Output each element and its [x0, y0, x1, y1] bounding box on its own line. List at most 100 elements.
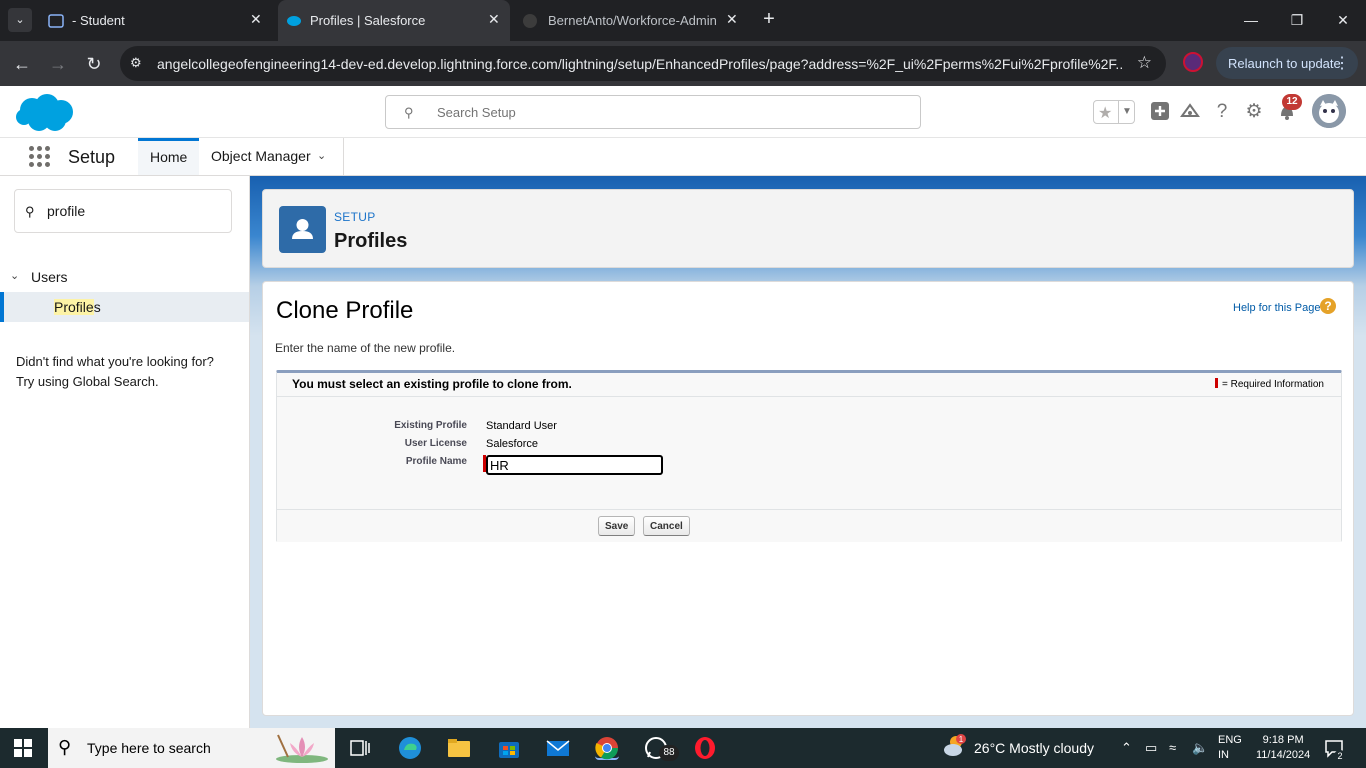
tab-label: Home: [150, 149, 188, 165]
page-header: SETUP Profiles: [262, 189, 1354, 268]
clone-profile-form: You must select an existing profile to c…: [276, 370, 1342, 542]
favorite-star-icon[interactable]: ★: [1098, 103, 1112, 123]
app-name: Setup: [68, 147, 116, 167]
help-question-icon[interactable]: ?: [1320, 298, 1336, 314]
opera-icon[interactable]: [693, 736, 717, 760]
tab-label: Object Manager: [211, 148, 311, 164]
whatsapp-badge: 88: [659, 745, 679, 761]
setup-sidebar: ⚲ ⌄ Users Profiles Didn't find what you'…: [0, 176, 250, 728]
sidebar-item-label: Profiles: [54, 299, 101, 315]
quick-find-input[interactable]: [47, 200, 217, 222]
user-avatar[interactable]: [1312, 94, 1346, 128]
search-icon: ⚲: [25, 204, 35, 219]
help-line: Didn't find what you're looking for?: [16, 354, 214, 369]
back-icon[interactable]: ←: [10, 52, 34, 76]
existing-profile-value: Standard User: [486, 420, 557, 432]
bookmark-star-icon[interactable]: ☆: [1137, 53, 1152, 73]
help-for-page-link[interactable]: Help for this Page: [1233, 302, 1320, 314]
site-info-icon[interactable]: ⚙: [130, 55, 146, 71]
chevron-down-icon[interactable]: ⌄: [317, 149, 326, 162]
sidebar-group-users[interactable]: ⌄ Users: [8, 268, 248, 288]
tray-chevron-up-icon[interactable]: ⌃: [1121, 740, 1132, 756]
browser-tab-github[interactable]: BernetAnto/Workforce-Adminis ✕: [514, 0, 750, 41]
setup-search-input[interactable]: ⚲ Search Setup: [385, 95, 921, 129]
sidebar-item-label-rest: s: [93, 299, 101, 315]
weather-text: 26°C Mostly cloudy: [974, 740, 1094, 756]
user-profile-icon: [279, 206, 326, 253]
volume-icon[interactable]: 🔈: [1192, 740, 1208, 756]
extension-icon[interactable]: [1183, 52, 1203, 72]
profile-name-input[interactable]: [486, 455, 663, 475]
global-actions-icon[interactable]: [1149, 101, 1171, 123]
tab-home[interactable]: Home: [138, 138, 199, 175]
search-icon: ⚲: [58, 737, 72, 757]
restore-icon[interactable]: ❐: [1282, 8, 1312, 32]
browser-tab-student[interactable]: - Student ✕: [40, 0, 276, 41]
file-explorer-icon[interactable]: [447, 736, 471, 760]
chrome-icon[interactable]: [595, 736, 619, 760]
quick-find-box[interactable]: ⚲: [14, 189, 232, 233]
close-window-icon[interactable]: ✕: [1328, 8, 1358, 32]
salesforce-logo[interactable]: [15, 93, 75, 133]
windows-start-icon[interactable]: [14, 739, 32, 757]
profile-name-label: Profile Name: [405, 456, 467, 467]
required-info-legend: = Required Information: [1214, 378, 1324, 390]
clock-time: 9:18 PM: [1262, 734, 1304, 746]
microsoft-store-icon[interactable]: [497, 736, 521, 760]
sidebar-item-profiles[interactable]: Profiles: [0, 292, 249, 322]
weather-cloud-icon[interactable]: 1: [942, 733, 968, 759]
sidebar-group-label: Users: [31, 269, 68, 285]
taskbar-search-box[interactable]: ⚲ Type here to search: [48, 728, 335, 768]
tab-search-chevron-icon[interactable]: ⌄: [8, 8, 32, 32]
relaunch-button[interactable]: Relaunch to update ⋮: [1216, 47, 1358, 79]
browser-tab-bar: ⌄ - Student ✕ Profiles | Salesforce ✕ Be…: [0, 0, 1366, 41]
tab-close-icon[interactable]: ✕: [726, 11, 738, 28]
task-view-icon[interactable]: [348, 736, 372, 760]
reload-icon[interactable]: ↻: [82, 52, 106, 76]
help-icon[interactable]: ?: [1211, 101, 1233, 123]
url-field[interactable]: ⚙ angelcollegeofengineering14-dev-ed.dev…: [120, 46, 1166, 81]
relaunch-label: Relaunch to update: [1228, 56, 1341, 71]
more-menu-icon[interactable]: ⋮: [1334, 53, 1350, 73]
edge-icon[interactable]: [398, 736, 422, 760]
user-license-value: Salesforce: [486, 438, 538, 450]
clock-date: 11/14/2024: [1256, 749, 1311, 761]
battery-icon[interactable]: ▭: [1145, 740, 1157, 756]
help-line: Try using Global Search.: [16, 374, 159, 389]
search-placeholder: Search Setup: [437, 105, 516, 120]
clock[interactable]: 9:18 PM 11/14/2024: [1256, 733, 1310, 763]
student-tab-icon: [48, 14, 64, 28]
app-launcher-icon[interactable]: [29, 146, 51, 168]
notification-count-badge: 12: [1282, 94, 1302, 110]
url-text: angelcollegeofengineering14-dev-ed.devel…: [157, 56, 1122, 72]
tab-close-icon[interactable]: ✕: [488, 11, 500, 28]
required-marker: [1214, 378, 1218, 388]
tab-object-manager[interactable]: Object Manager ⌄: [199, 138, 344, 175]
minimize-icon[interactable]: —: [1236, 8, 1266, 32]
lang-line: ENG: [1218, 734, 1242, 746]
salesforce-header: ⚲ Search Setup ★ ▼ ? ⚙: [0, 86, 1366, 138]
lotus-icon: [276, 734, 328, 763]
cancel-button[interactable]: Cancel: [643, 516, 690, 536]
browser-tab-profiles[interactable]: Profiles | Salesforce ✕: [278, 0, 510, 41]
setup-gear-icon[interactable]: ⚙: [1243, 101, 1265, 123]
forward-icon[interactable]: →: [46, 52, 70, 76]
mail-icon[interactable]: [546, 736, 570, 760]
trailhead-icon[interactable]: [1179, 101, 1201, 123]
existing-profile-label: Existing Profile: [394, 420, 467, 431]
tab-close-icon[interactable]: ✕: [250, 11, 262, 28]
chevron-down-icon[interactable]: ⌄: [10, 269, 19, 282]
search-match-highlight: Profile: [54, 299, 94, 315]
setup-nav-bar: Setup Home Object Manager ⌄: [0, 138, 1366, 176]
wifi-icon[interactable]: ≈: [1169, 740, 1176, 755]
new-tab-icon[interactable]: +: [758, 8, 780, 30]
lang-line: IN: [1218, 749, 1229, 761]
weather-alert-count: 1: [959, 735, 964, 744]
tab-title: BernetAnto/Workforce-Adminis: [548, 13, 716, 28]
input-language[interactable]: ENG IN: [1218, 733, 1242, 763]
tab-title: Profiles | Salesforce: [310, 13, 426, 28]
favorites-chevron-icon[interactable]: ▼: [1118, 101, 1135, 123]
page-kicker: SETUP: [334, 210, 376, 224]
save-button[interactable]: Save: [598, 516, 636, 536]
favorites-button[interactable]: ★ ▼: [1093, 100, 1135, 124]
